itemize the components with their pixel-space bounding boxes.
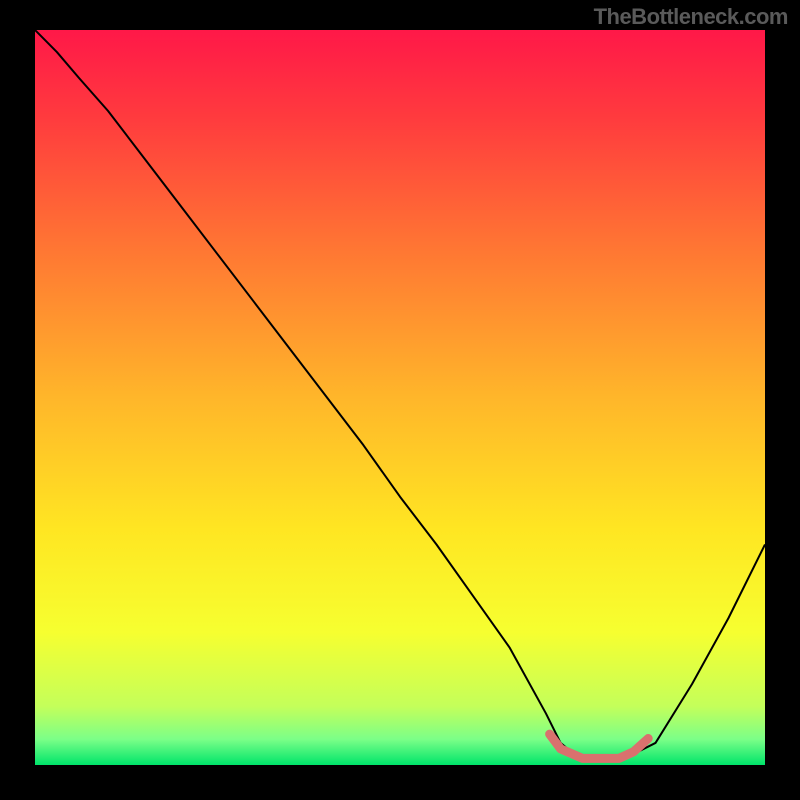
gradient-background — [35, 30, 765, 765]
watermark-text: TheBottleneck.com — [594, 4, 788, 30]
plot-area — [35, 30, 765, 765]
chart-svg — [35, 30, 765, 765]
chart-container: TheBottleneck.com — [0, 0, 800, 800]
